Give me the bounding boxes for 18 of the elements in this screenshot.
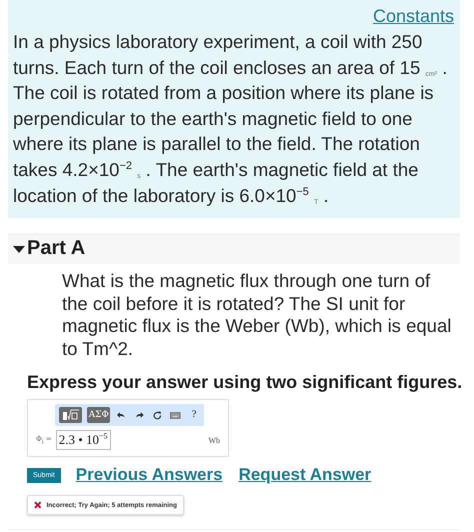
unit-label: Wb bbox=[208, 436, 220, 445]
instruction-text: Express your answer using two significant figures. bbox=[27, 372, 464, 394]
caret-icon bbox=[12, 244, 26, 254]
templates-icon bbox=[62, 409, 80, 422]
answer-link[interactable]: Previous Answers bbox=[76, 465, 223, 486]
reset-icon bbox=[152, 410, 162, 420]
problem-text: In a physics laboratory experiment, a coil with 250 turns. Each turn of the coil encloses an area of 15 $_{cm²}$ . The coil is rotated from a position where its plane is perpendicular to the earth's magnetic field to one where its plane is parallel to the field. The rotation takes 4.2×10$^{−2}$ $_{s}$ . The earth's magnetic field at the location of the laboratory is 6.0×10$^{−5}$ $_{T}$ . bbox=[13, 30, 448, 208]
answer-link[interactable]: Request Answer bbox=[238, 465, 372, 486]
part-title[interactable]: Part A bbox=[12, 237, 86, 260]
symbols-button[interactable]: ΑΣΦ bbox=[87, 407, 110, 424]
constants-link[interactable]: Constants bbox=[372, 6, 454, 27]
undo-icon bbox=[117, 411, 126, 420]
keyboard-icon bbox=[170, 412, 182, 419]
answer-field[interactable]: 2.3 • 10$^{−5}$ bbox=[56, 430, 111, 450]
help-button[interactable]: ? bbox=[188, 407, 200, 424]
redo-icon bbox=[135, 411, 144, 420]
question-text: What is the magnetic flux through one turn of the coil before it is rotated? The SI unit for magnetic flux is the Weber (Wb), which is equal to Tm^2. bbox=[62, 270, 452, 360]
templates-button[interactable] bbox=[59, 407, 82, 424]
